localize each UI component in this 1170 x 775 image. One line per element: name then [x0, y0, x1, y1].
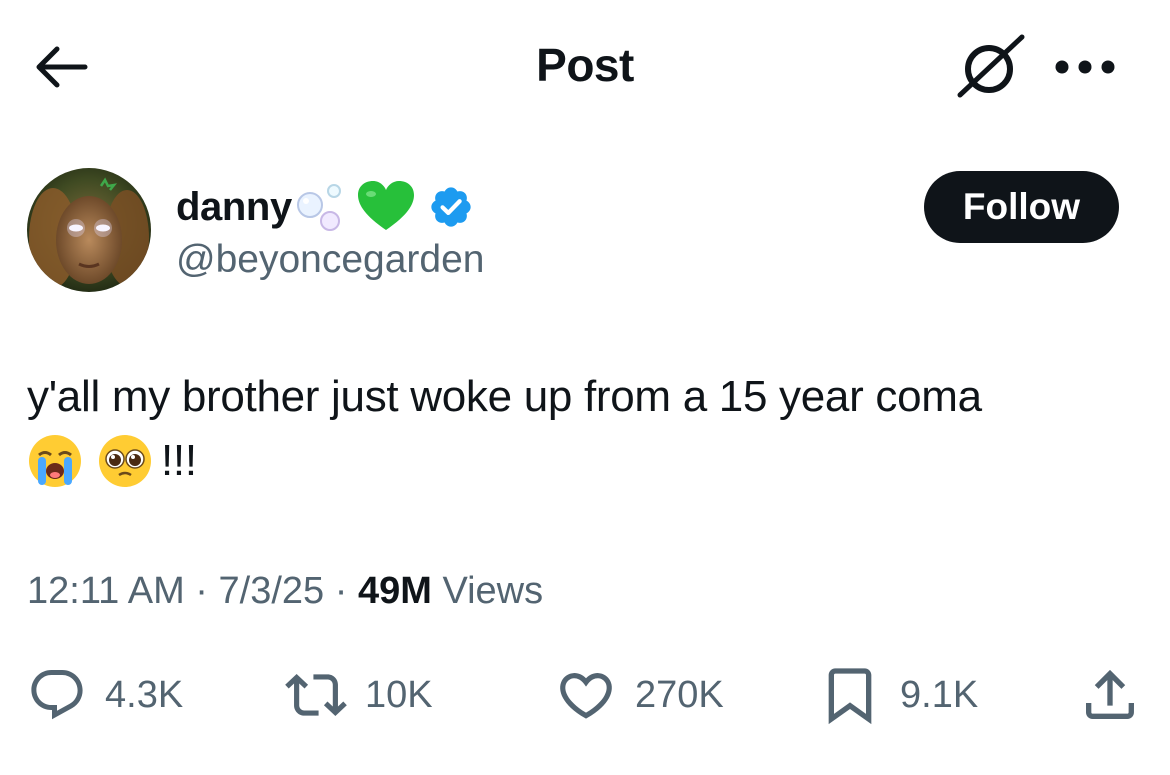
like-icon: [560, 673, 612, 719]
bookmark-icon: [828, 668, 872, 725]
bookmark-button[interactable]: 9.1K: [818, 655, 978, 735]
share-button[interactable]: [1078, 655, 1142, 735]
views-label[interactable]: Views: [442, 570, 543, 612]
share-icon: [1086, 669, 1134, 719]
follow-button[interactable]: Follow: [924, 171, 1119, 243]
author-handle[interactable]: @beyoncegarden: [176, 238, 484, 282]
like-count: 270K: [635, 673, 724, 716]
post-text-line: y'all my brother just woke up from a 15 …: [27, 372, 982, 421]
post-text-suffix: !!!: [161, 436, 197, 485]
top-bar: Post: [0, 0, 1170, 135]
pleading-face-emoji: [99, 435, 151, 487]
grok-button[interactable]: [955, 32, 1027, 100]
post-text-emoji-line: !!!: [27, 429, 1137, 493]
post-time[interactable]: 12:11 AM: [27, 570, 185, 612]
more-horizontal-icon: [1055, 60, 1115, 74]
reply-button[interactable]: 4.3K: [27, 655, 183, 735]
repost-icon: [285, 674, 347, 716]
post-actions: 4.3K 10K 270K 9.1K: [0, 655, 1170, 735]
avatar-image: [27, 168, 151, 292]
author-name-row: danny: [176, 178, 484, 236]
grok-icon: [957, 34, 1025, 98]
author-names: danny @beyoncegarden: [176, 178, 484, 282]
more-button[interactable]: [1050, 42, 1120, 92]
bookmark-count: 9.1K: [900, 673, 979, 716]
post-meta: 12:11 AM · 7/3/25 · 49M Views: [27, 570, 543, 613]
reply-icon: [31, 670, 83, 720]
post-date[interactable]: 7/3/25: [219, 570, 325, 612]
repost-button[interactable]: 10K: [285, 655, 433, 735]
loudly-crying-face-emoji: [29, 435, 81, 487]
views-count[interactable]: 49M: [358, 570, 432, 612]
verified-badge-icon: [431, 187, 471, 227]
bubbles-emoji: [296, 184, 341, 231]
like-button[interactable]: 270K: [555, 655, 724, 735]
author-display-name[interactable]: danny: [176, 185, 292, 230]
post-text: y'all my brother just woke up from a 15 …: [27, 365, 1137, 493]
avatar[interactable]: [27, 168, 151, 292]
meta-separator: ·: [195, 570, 208, 612]
meta-separator: ·: [334, 570, 348, 612]
green-heart-emoji: [357, 181, 414, 230]
repost-count: 10K: [365, 673, 433, 716]
reply-count: 4.3K: [105, 673, 184, 716]
